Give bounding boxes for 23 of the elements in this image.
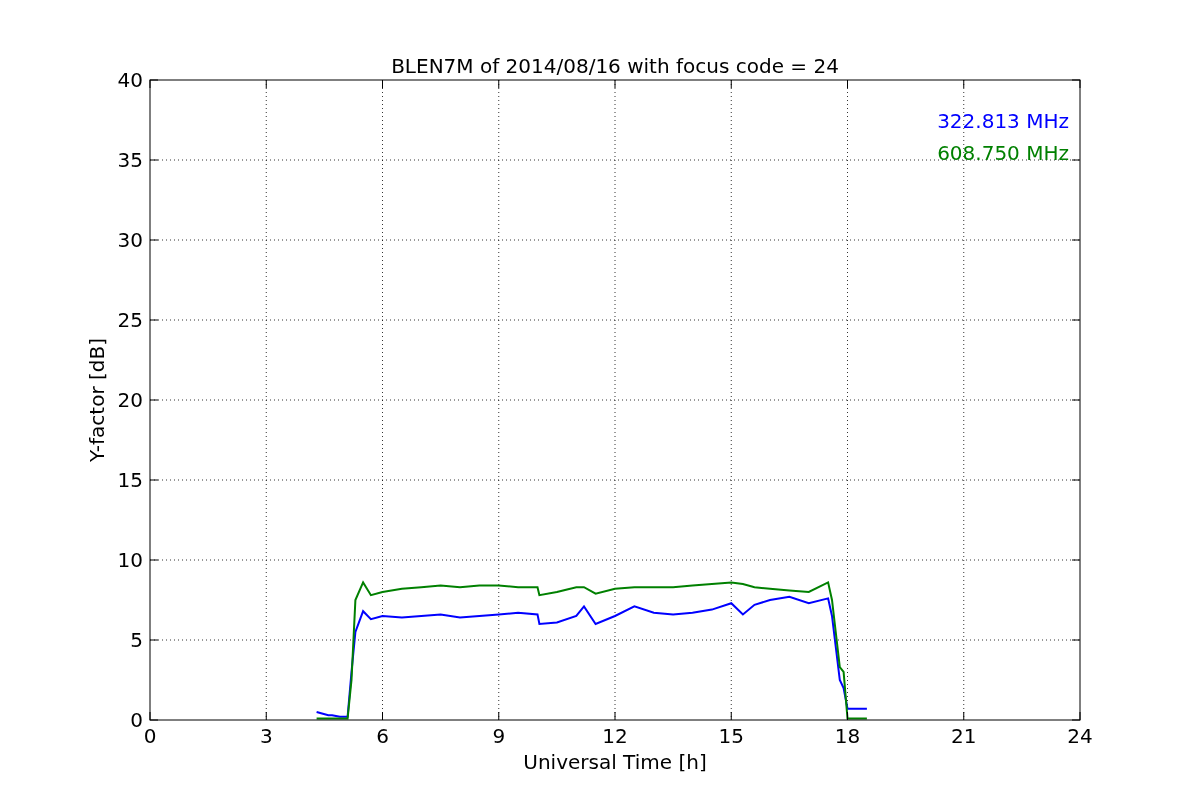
x-tick-label: 18 — [834, 724, 861, 748]
y-tick-label: 35 — [117, 148, 143, 172]
y-axis-label: Y-factor [dB] — [85, 338, 109, 462]
x-axis-label: Universal Time [h] — [523, 750, 707, 774]
x-tick-label: 24 — [1067, 724, 1093, 748]
x-tick-label: 6 — [376, 724, 389, 748]
x-tick-label: 12 — [602, 724, 628, 748]
y-tick-label: 20 — [117, 388, 143, 412]
legend-label: 608.750 MHz — [937, 141, 1069, 165]
y-tick-label: 5 — [130, 628, 143, 652]
y-tick-label: 40 — [117, 68, 143, 92]
legend-label: 322.813 MHz — [937, 109, 1069, 133]
x-tick-label: 9 — [492, 724, 506, 748]
chart-title: BLEN7M of 2014/08/16 with focus code = 24 — [391, 54, 839, 78]
y-tick-label: 0 — [130, 708, 143, 732]
y-tick-label: 15 — [117, 468, 143, 492]
x-tick-label: 0 — [143, 724, 157, 748]
x-tick-label: 15 — [718, 724, 744, 748]
x-tick-label: 21 — [951, 724, 977, 748]
y-tick-label: 30 — [117, 228, 143, 252]
y-tick-label: 25 — [117, 308, 143, 332]
y-tick-label: 10 — [117, 548, 143, 572]
x-tick-label: 3 — [259, 724, 273, 748]
